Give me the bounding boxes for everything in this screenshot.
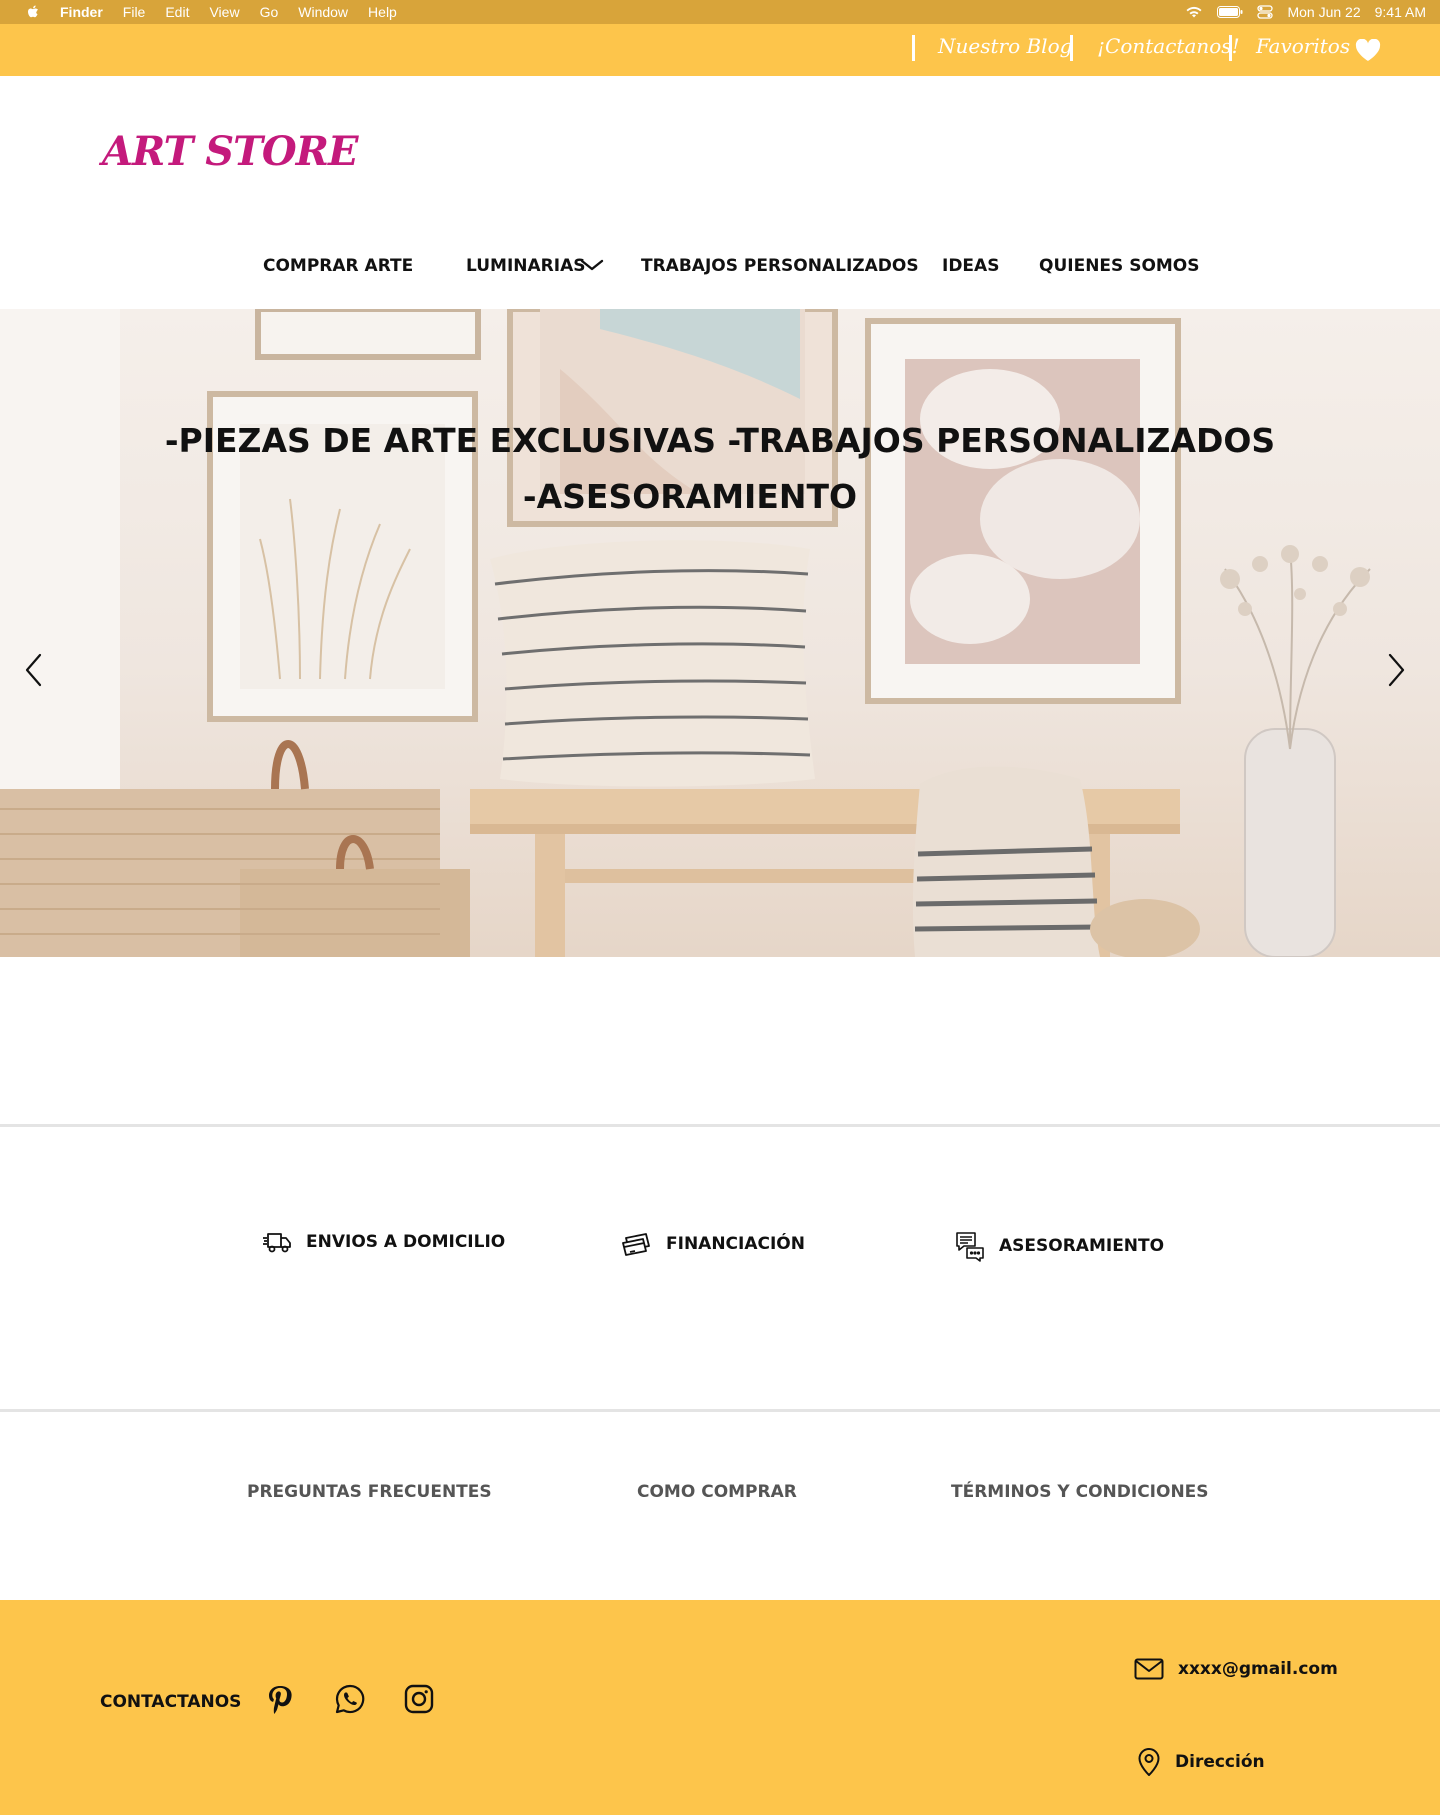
mac-menu-left: Finder File Edit View Go Window Help [0, 4, 397, 20]
site-logo[interactable]: ART STORE [102, 128, 358, 175]
menu-edit[interactable]: Edit [165, 4, 189, 20]
nav-quienes-somos[interactable]: QUIENES SOMOS [1039, 256, 1200, 276]
feature-envios: ENVIOS A DOMICILIO [262, 1230, 505, 1254]
hero-carousel: -PIEZAS DE ARTE EXCLUSIVAS -TRABAJOS PER… [0, 309, 1440, 957]
wifi-icon[interactable] [1185, 5, 1203, 19]
top-links-bar: Nuestro Blog ¡Contactanos! Favoritos [0, 24, 1440, 76]
menu-window[interactable]: Window [298, 4, 348, 20]
heart-icon[interactable] [1355, 39, 1381, 62]
truck-icon [263, 1233, 291, 1253]
feature-asesoramiento: ASESORAMIENTO [955, 1230, 1164, 1262]
arrow-left-icon[interactable] [24, 653, 44, 687]
feature-envios-label: ENVIOS A DOMICILIO [306, 1232, 506, 1252]
battery-icon[interactable] [1217, 6, 1243, 18]
menu-help[interactable]: Help [368, 4, 397, 20]
credit-card-icon [622, 1233, 650, 1256]
faq-link[interactable]: PREGUNTAS FRECUENTES [247, 1482, 492, 1502]
mac-menu-bar: Finder File Edit View Go Window Help Mon… [0, 0, 1440, 24]
hero-image [0, 309, 1371, 957]
pinterest-icon[interactable] [266, 1684, 294, 1716]
chat-icon [956, 1232, 984, 1262]
feature-financiacion: FINANCIACIÓN [620, 1230, 805, 1258]
mail-icon [1134, 1658, 1164, 1680]
section-divider [0, 1409, 1440, 1412]
menu-date: Mon Jun 22 [1287, 4, 1361, 20]
location-pin-icon [1138, 1748, 1160, 1776]
favorites-link[interactable]: Favoritos [1256, 34, 1350, 58]
contact-link[interactable]: ¡Contactanos! [1097, 34, 1240, 58]
footer-address[interactable]: Dirección [1137, 1747, 1265, 1777]
divider [1070, 35, 1073, 61]
menu-file[interactable]: File [123, 4, 146, 20]
apple-icon[interactable] [26, 4, 40, 20]
nav-comprar-arte[interactable]: COMPRAR ARTE [263, 256, 413, 276]
nav-trabajos-personalizados[interactable]: TRABAJOS PERSONALIZADOS [641, 256, 919, 276]
mac-menu-right: Mon Jun 22 9:41 AM [1185, 0, 1426, 24]
feature-financiacion-label: FINANCIACIÓN [666, 1234, 805, 1254]
footer-email-text[interactable]: xxxx@gmail.com [1178, 1659, 1338, 1679]
terminos-link[interactable]: TÉRMINOS Y CONDICIONES [951, 1482, 1209, 1502]
whatsapp-icon[interactable] [335, 1684, 365, 1714]
blog-link[interactable]: Nuestro Blog [938, 34, 1072, 58]
menu-go[interactable]: Go [260, 4, 279, 20]
como-comprar-link[interactable]: COMO COMPRAR [637, 1482, 797, 1502]
nav-ideas[interactable]: IDEAS [942, 256, 999, 276]
divider [1229, 35, 1232, 61]
section-divider [0, 1124, 1440, 1127]
control-center-icon[interactable] [1257, 5, 1274, 19]
footer-contact-label: CONTACTANOS [100, 1692, 242, 1712]
menu-view[interactable]: View [209, 4, 239, 20]
menu-app-name[interactable]: Finder [60, 4, 103, 20]
divider [912, 35, 915, 61]
menu-time: 9:41 AM [1374, 4, 1426, 20]
footer-email[interactable]: xxxx@gmail.com [1134, 1658, 1338, 1680]
chevron-down-icon[interactable] [580, 258, 604, 272]
footer-address-text[interactable]: Dirección [1175, 1752, 1265, 1772]
feature-asesoramiento-label: ASESORAMIENTO [999, 1236, 1165, 1256]
arrow-right-icon[interactable] [1386, 653, 1406, 687]
nav-luminarias[interactable]: LUMINARIAS [466, 256, 585, 276]
instagram-icon[interactable] [404, 1684, 434, 1714]
hero-line-1: -PIEZAS DE ARTE EXCLUSIVAS -TRABAJOS PER… [164, 421, 1276, 460]
hero-line-2: -ASESORAMIENTO [522, 477, 858, 516]
footer: CONTACTANOS xxxx@gmail.com Dirección [0, 1600, 1440, 1815]
